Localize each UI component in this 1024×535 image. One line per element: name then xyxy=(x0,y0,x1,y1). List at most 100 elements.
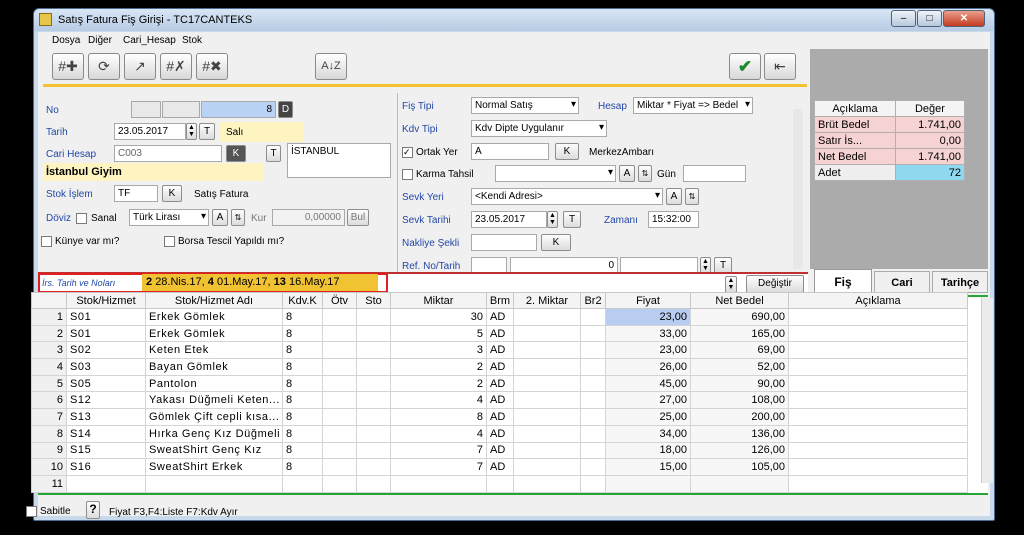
grid-cell[interactable] xyxy=(580,324,606,343)
grid-cell[interactable]: 11 xyxy=(31,474,67,493)
grid-cell[interactable]: 3 xyxy=(390,341,487,360)
grid-cell[interactable]: 52,00 xyxy=(690,358,789,376)
kunye-checkbox[interactable] xyxy=(41,236,52,247)
karma-tahsil-checkbox[interactable] xyxy=(402,169,413,180)
nakliye-k-button[interactable]: K xyxy=(541,234,571,251)
hesap-select[interactable]: Miktar * Fiyat => Bedel xyxy=(633,97,753,114)
sabitle-checkbox[interactable] xyxy=(26,506,37,517)
grid-cell[interactable]: AD xyxy=(486,308,514,326)
tab-fis[interactable]: Fiş xyxy=(814,269,872,293)
grid-column-header[interactable]: Br2 xyxy=(580,292,606,309)
close-button[interactable]: ✕ xyxy=(943,10,985,27)
grid-cell[interactable]: 8 xyxy=(282,358,323,376)
grid-cell[interactable] xyxy=(322,474,357,493)
grid-cell[interactable]: S03 xyxy=(66,358,146,376)
zamani-field[interactable]: 15:32:00 xyxy=(648,211,699,228)
grid-cell[interactable]: 8 xyxy=(282,408,323,426)
grid-cell[interactable]: S16 xyxy=(66,458,146,476)
grid-cell[interactable]: 4 xyxy=(31,358,67,376)
tarih-t-button[interactable]: T xyxy=(199,123,215,140)
grid-cell[interactable] xyxy=(788,374,968,393)
grid-cell[interactable]: 7 xyxy=(390,458,487,476)
grid-cell[interactable]: 33,00 xyxy=(605,324,691,343)
grid-cell[interactable]: AD xyxy=(486,458,514,476)
tab-tarihce[interactable]: Tarihçe xyxy=(932,271,988,293)
table-row[interactable]: 8 S14 Hırka Genç Kız Düğmeli 8 4 AD 34,00 136,0… xyxy=(31,424,968,443)
kur-field[interactable]: 0,00000 xyxy=(272,209,345,226)
grid-cell[interactable]: Pantolon xyxy=(145,374,283,393)
sevk-yeri-sort-icon[interactable]: ⇅ xyxy=(685,188,699,205)
grid-cell[interactable] xyxy=(580,424,606,443)
grid-cell[interactable] xyxy=(788,441,968,460)
grid-cell[interactable]: 5 xyxy=(390,324,487,343)
grid-cell[interactable]: 8 xyxy=(282,441,323,460)
grid-cell[interactable] xyxy=(580,341,606,360)
no-series-field-2[interactable] xyxy=(162,101,200,118)
fis-tipi-select[interactable]: Normal Satış xyxy=(471,97,579,114)
karma-tahsil-select[interactable] xyxy=(495,165,616,182)
grid-cell[interactable] xyxy=(145,474,283,493)
grid-column-header[interactable]: Açıklama xyxy=(788,292,968,309)
form-scrollbar[interactable] xyxy=(793,109,803,269)
table-row[interactable]: 4 S03 Bayan Gömlek 8 2 AD 26,00 52,00 xyxy=(31,358,968,376)
grid-column-header[interactable]: Sto xyxy=(356,292,391,309)
grid-cell[interactable]: 23,00 xyxy=(605,341,691,360)
grid-cell[interactable] xyxy=(580,458,606,476)
grid-cell[interactable]: 8 xyxy=(282,424,323,443)
grid-cell[interactable] xyxy=(788,474,968,493)
grid-cell[interactable] xyxy=(322,324,357,343)
no-field[interactable]: 8 xyxy=(201,101,276,118)
tab-cari[interactable]: Cari xyxy=(874,271,930,293)
grid-cell[interactable] xyxy=(66,474,146,493)
ortak-yer-checkbox[interactable]: ✓ xyxy=(402,147,413,158)
stok-islem-field[interactable]: TF xyxy=(114,185,158,202)
table-row[interactable]: 3 S02 Keten Etek 8 3 AD 23,00 69,00 xyxy=(31,341,968,360)
grid-cell[interactable]: SweatShirt Erkek xyxy=(145,458,283,476)
karma-sort-icon[interactable]: ⇅ xyxy=(638,165,652,182)
new-record-icon[interactable]: #✚ xyxy=(52,53,84,80)
grid-cell[interactable] xyxy=(788,308,968,326)
grid-cell[interactable]: 4 xyxy=(390,391,487,410)
grid-cell[interactable] xyxy=(356,424,391,443)
grid-cell[interactable] xyxy=(788,408,968,426)
grid-cell[interactable]: S13 xyxy=(66,408,146,426)
grid-cell[interactable]: 108,00 xyxy=(690,391,789,410)
grid-cell[interactable]: S01 xyxy=(66,324,146,343)
grid-cell[interactable]: 690,00 xyxy=(690,308,789,326)
grid-cell[interactable]: Erkek Gömlek xyxy=(145,308,283,326)
gun-field[interactable] xyxy=(683,165,746,182)
grid-cell[interactable]: 7 xyxy=(31,408,67,426)
grid-cell[interactable]: S05 xyxy=(66,374,146,393)
grid-cell[interactable] xyxy=(788,424,968,443)
no-d-button[interactable]: D xyxy=(278,101,293,118)
grid-cell[interactable] xyxy=(356,474,391,493)
table-row[interactable]: 9 S15 SweatShirt Genç Kız 8 7 AD 18,00 126,00 xyxy=(31,441,968,460)
grid-column-header[interactable]: Brm xyxy=(486,292,514,309)
grid-cell[interactable]: Hırka Genç Kız Düğmeli xyxy=(145,424,283,443)
cari-k-button[interactable]: K xyxy=(226,145,246,162)
grid-cell[interactable]: 3 xyxy=(31,341,67,360)
grid-cell[interactable] xyxy=(356,341,391,360)
grid-cell[interactable] xyxy=(788,358,968,376)
table-row[interactable]: 11 xyxy=(31,474,968,493)
ortak-yer-field[interactable]: A xyxy=(471,143,549,160)
sevk-yeri-a-button[interactable]: A xyxy=(666,188,682,205)
grid-cell[interactable] xyxy=(580,374,606,393)
grid-cell[interactable] xyxy=(580,308,606,326)
grid-cell[interactable]: AD xyxy=(486,324,514,343)
kur-bul-button[interactable]: Bul xyxy=(347,209,369,226)
grid-cell[interactable]: SweatShirt Genç Kız xyxy=(145,441,283,460)
tarih-spinner[interactable]: ▲ ▼ xyxy=(186,123,197,140)
grid-cell[interactable] xyxy=(513,341,581,360)
grid-cell[interactable] xyxy=(513,424,581,443)
grid-cell[interactable]: 1 xyxy=(31,308,67,326)
minimize-button[interactable]: – xyxy=(891,10,916,27)
grid-cell[interactable]: 8 xyxy=(390,408,487,426)
grid-cell[interactable] xyxy=(356,408,391,426)
grid-cell[interactable] xyxy=(513,324,581,343)
grid-cell[interactable] xyxy=(322,458,357,476)
grid-cell[interactable] xyxy=(356,308,391,326)
no-series-field[interactable] xyxy=(131,101,161,118)
grid-cell[interactable]: AD xyxy=(486,391,514,410)
sevk-yeri-select[interactable]: <Kendi Adresi> xyxy=(471,188,663,205)
